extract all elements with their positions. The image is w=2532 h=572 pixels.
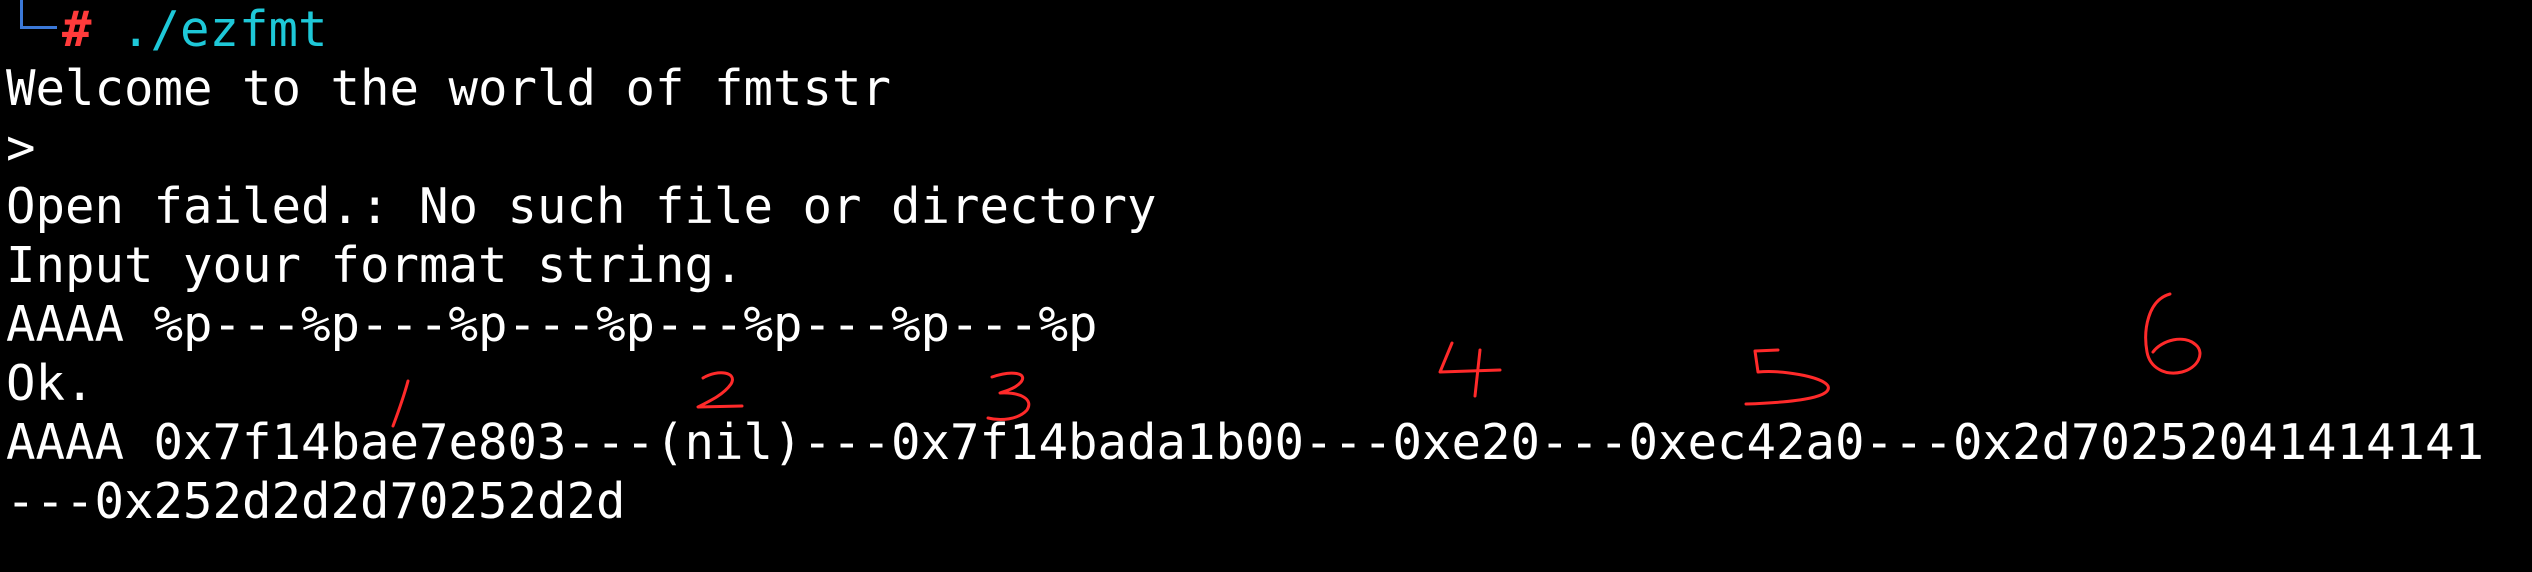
output-line-leaked-values: AAAA 0x7f14bae7e803---(nil)---0x7f14bada… — [6, 414, 2485, 471]
output-line-ok: Ok. — [6, 355, 95, 412]
terminal-window[interactable]: # ./ezfmt Welcome to the world of fmtstr… — [0, 0, 2532, 572]
prompt-line: # ./ezfmt — [62, 0, 328, 59]
output-line-leaked-values-continued: ---0x252d2d2d70252d2d — [6, 473, 626, 530]
prompt-frame — [20, 0, 57, 29]
input-line-format-string: AAAA %p---%p---%p---%p---%p---%p---%p — [6, 296, 1098, 353]
prompt-symbol: # — [62, 1, 92, 58]
output-line-prompt-marker: > — [6, 119, 36, 176]
output-line-input-request: Input your format string. — [6, 237, 744, 294]
command-text: ./ezfmt — [91, 1, 328, 58]
output-line-open-failed: Open failed.: No such file or directory — [6, 178, 1157, 235]
output-line-welcome: Welcome to the world of fmtstr — [6, 60, 892, 117]
